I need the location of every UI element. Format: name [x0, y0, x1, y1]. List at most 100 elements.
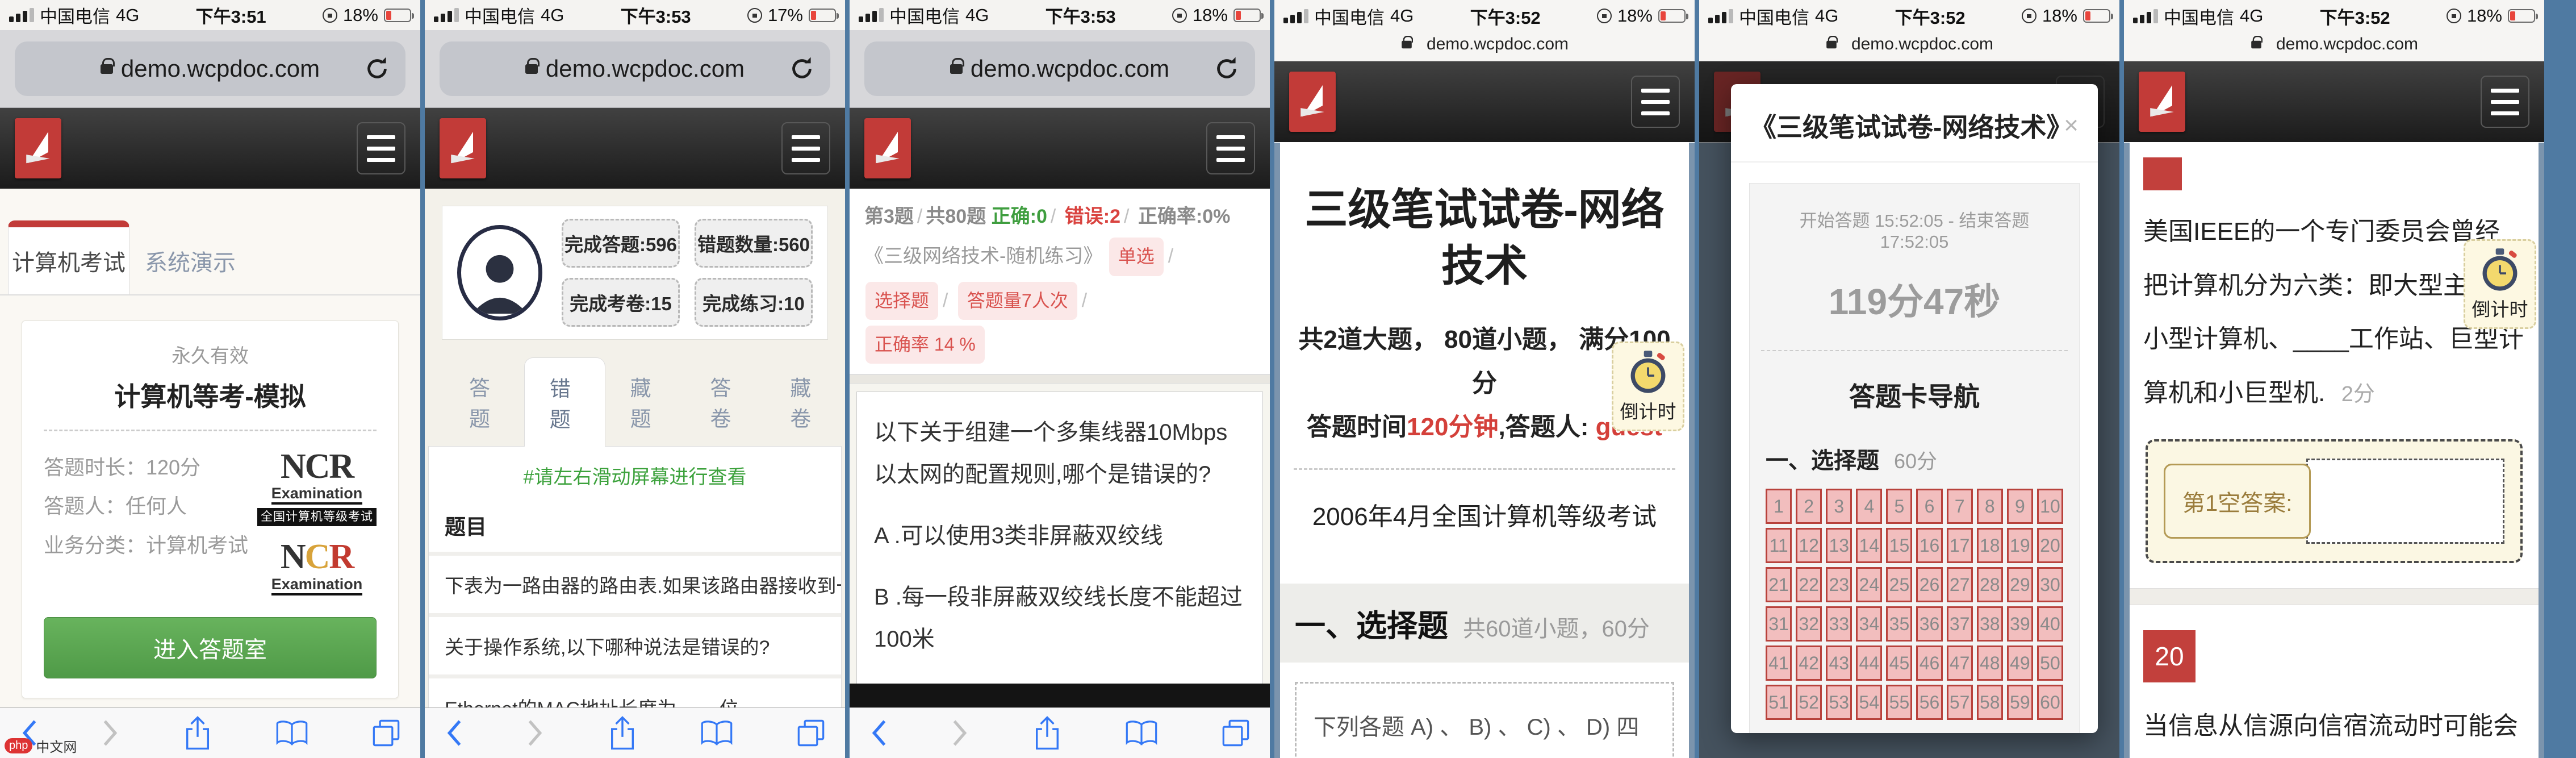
- reload-button[interactable]: [788, 55, 816, 82]
- wcpdoc-logo-icon[interactable]: [864, 118, 911, 178]
- forward-button[interactable]: [526, 718, 545, 748]
- tabs-button[interactable]: [1221, 718, 1251, 748]
- answer-card-cell[interactable]: 29: [2007, 567, 2033, 602]
- tab-system-demo[interactable]: 系统演示: [129, 227, 251, 294]
- share-button[interactable]: [608, 715, 637, 751]
- tab-answer-sheets[interactable]: 答卷: [685, 357, 765, 446]
- answer-card-cell[interactable]: 5: [1886, 489, 1912, 524]
- answer-card-cell[interactable]: 4: [1856, 489, 1882, 524]
- answer-card-cell[interactable]: 10: [2037, 489, 2063, 524]
- answer-card-cell[interactable]: 25: [1886, 567, 1912, 602]
- enter-exam-button[interactable]: 进入答题室: [44, 617, 377, 678]
- answer-card-cell[interactable]: 27: [1947, 567, 1973, 602]
- answer-card-cell[interactable]: 50: [2037, 645, 2063, 681]
- reload-button[interactable]: [1213, 55, 1240, 82]
- answer-card-cell[interactable]: 44: [1856, 645, 1882, 681]
- bookmarks-button[interactable]: [700, 719, 734, 747]
- wcpdoc-logo-icon[interactable]: [440, 118, 486, 178]
- address-bar[interactable]: demo.wcpdoc.com: [15, 41, 405, 96]
- answer-card-cell[interactable]: 16: [1916, 528, 1942, 563]
- answer-card-cell[interactable]: 34: [1856, 606, 1882, 642]
- answer-card-cell[interactable]: 42: [1796, 645, 1822, 681]
- share-button[interactable]: [183, 715, 212, 751]
- answer-card-cell[interactable]: 58: [1977, 685, 2003, 720]
- answer-card-cell[interactable]: 41: [1766, 645, 1792, 681]
- answer-card-cell[interactable]: 32: [1796, 606, 1822, 642]
- answer-card-cell[interactable]: 19: [2007, 528, 2033, 563]
- reload-button[interactable]: [363, 55, 391, 82]
- tab-saved-papers[interactable]: 藏卷: [765, 357, 845, 446]
- answer-card-cell[interactable]: 14: [1856, 528, 1882, 563]
- wcpdoc-logo-icon[interactable]: [15, 118, 61, 178]
- answer-card-cell[interactable]: 54: [1856, 685, 1882, 720]
- answer-card-cell[interactable]: 51: [1766, 685, 1792, 720]
- tab-answers[interactable]: 答题: [444, 357, 524, 446]
- tabs-button[interactable]: [371, 718, 401, 748]
- answer-card-cell[interactable]: 56: [1916, 685, 1942, 720]
- blank-1-input[interactable]: [2306, 459, 2504, 544]
- answer-card-cell[interactable]: 45: [1886, 645, 1912, 681]
- answer-card-cell[interactable]: 24: [1856, 567, 1882, 602]
- answer-card-cell[interactable]: 2: [1796, 489, 1822, 524]
- bookmarks-button[interactable]: [275, 719, 309, 747]
- answer-card-cell[interactable]: 60: [2037, 685, 2063, 720]
- answer-card-cell[interactable]: 7: [1947, 489, 1973, 524]
- answer-card-cell[interactable]: 47: [1947, 645, 1973, 681]
- answer-card-cell[interactable]: 31: [1766, 606, 1792, 642]
- answer-card-cell[interactable]: 20: [2037, 528, 2063, 563]
- answer-card-cell[interactable]: 17: [1947, 528, 1973, 563]
- answer-card-cell[interactable]: 43: [1826, 645, 1852, 681]
- tab-computer-exam[interactable]: 计算机考试: [8, 220, 129, 294]
- back-button[interactable]: [444, 718, 463, 748]
- wcpdoc-logo-icon[interactable]: [2139, 72, 2185, 132]
- answer-card-cell[interactable]: 36: [1916, 606, 1942, 642]
- share-button[interactable]: [1032, 715, 1062, 751]
- answer-card-cell[interactable]: 30: [2037, 567, 2063, 602]
- question-row[interactable]: Ethernet的MAC地址长度为____位.: [429, 674, 841, 707]
- answer-card-cell[interactable]: 18: [1977, 528, 2003, 563]
- answer-card-cell[interactable]: 40: [2037, 606, 2063, 642]
- answer-card-cell[interactable]: 12: [1796, 528, 1822, 563]
- close-icon[interactable]: ×: [2064, 111, 2079, 140]
- answer-card-cell[interactable]: 23: [1826, 567, 1852, 602]
- address-bar[interactable]: demo.wcpdoc.com: [2124, 32, 2544, 57]
- tab-wrong-questions[interactable]: 错题: [524, 357, 605, 447]
- answer-card-cell[interactable]: 8: [1977, 489, 2003, 524]
- answer-card-cell[interactable]: 13: [1826, 528, 1852, 563]
- question-row[interactable]: 关于操作系统,以下哪种说法是错误的?: [429, 613, 841, 674]
- tab-saved-questions[interactable]: 藏题: [605, 357, 685, 446]
- wcpdoc-logo-icon[interactable]: [1289, 72, 1336, 132]
- address-bar[interactable]: demo.wcpdoc.com: [440, 41, 830, 96]
- answer-card-cell[interactable]: 21: [1766, 567, 1792, 602]
- answer-card-cell[interactable]: 15: [1886, 528, 1912, 563]
- address-bar[interactable]: demo.wcpdoc.com: [1699, 32, 2119, 57]
- question-row[interactable]: 下表为一路由器的路由表.如果该路由器接收到一个源IP地址为1: [429, 552, 841, 613]
- forward-button[interactable]: [101, 718, 120, 748]
- answer-card-cell[interactable]: 3: [1826, 489, 1852, 524]
- answer-card-cell[interactable]: 55: [1886, 685, 1912, 720]
- answer-card-cell[interactable]: 11: [1766, 528, 1792, 563]
- answer-card-cell[interactable]: 52: [1796, 685, 1822, 720]
- answer-card-cell[interactable]: 53: [1826, 685, 1852, 720]
- answer-card-cell[interactable]: 39: [2007, 606, 2033, 642]
- menu-button[interactable]: [1206, 122, 1255, 174]
- answer-card-cell[interactable]: 33: [1826, 606, 1852, 642]
- answer-card-cell[interactable]: 26: [1916, 567, 1942, 602]
- bookmarks-button[interactable]: [1124, 719, 1159, 747]
- answer-card-cell[interactable]: 9: [2007, 489, 2033, 524]
- answer-card-cell[interactable]: 46: [1916, 645, 1942, 681]
- answer-card-cell[interactable]: 57: [1947, 685, 1973, 720]
- answer-card-cell[interactable]: 35: [1886, 606, 1912, 642]
- answer-card-cell[interactable]: 28: [1977, 567, 2003, 602]
- answer-card-cell[interactable]: 59: [2007, 685, 2033, 720]
- answer-card-cell[interactable]: 38: [1977, 606, 2003, 642]
- answer-card-cell[interactable]: 22: [1796, 567, 1822, 602]
- menu-button[interactable]: [357, 122, 405, 174]
- answer-card-cell[interactable]: 37: [1947, 606, 1973, 642]
- address-bar[interactable]: demo.wcpdoc.com: [864, 41, 1255, 96]
- answer-card-cell[interactable]: 48: [1977, 645, 2003, 681]
- forward-button[interactable]: [951, 718, 970, 748]
- menu-button[interactable]: [781, 122, 830, 174]
- address-bar[interactable]: demo.wcpdoc.com: [1274, 32, 1695, 57]
- answer-card-cell[interactable]: 1: [1766, 489, 1792, 524]
